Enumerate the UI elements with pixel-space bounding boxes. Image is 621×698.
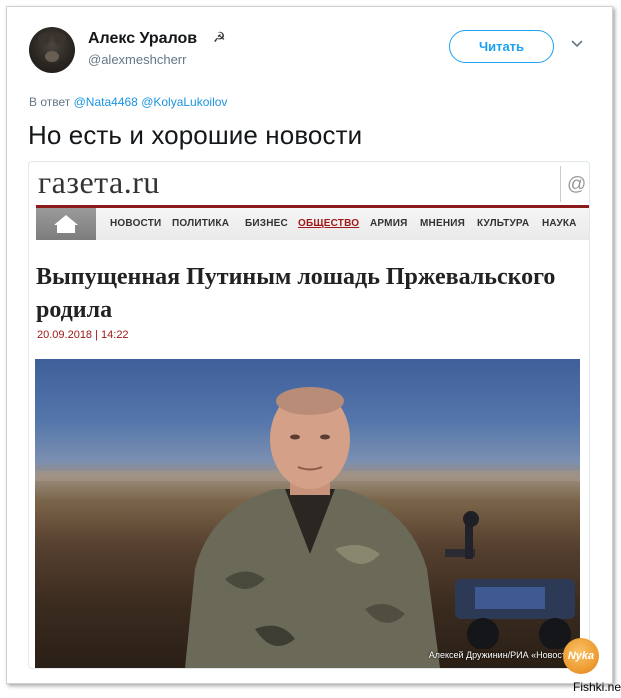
site-header: газета.ru @ — [29, 162, 589, 206]
home-button — [36, 208, 96, 240]
nav-item: НОВОСТИ — [110, 218, 162, 229]
article-dateline: 20.09.2018 | 14:22 — [37, 329, 129, 341]
avatar-ear — [38, 33, 50, 45]
follow-button[interactable]: Читать — [449, 30, 554, 63]
hammer-sickle-icon: ☭ — [213, 29, 226, 45]
embedded-image-card[interactable]: газета.ru @ НОВОСТИ ПОЛИТИКА БИЗНЕС ОБЩЕ… — [28, 161, 590, 669]
nav-item-active: ОБЩЕСТВО — [298, 218, 360, 229]
mention-link[interactable]: @Nata4468 — [74, 95, 138, 109]
reply-prefix: В ответ — [29, 95, 71, 109]
header-divider — [560, 166, 561, 202]
atv-silhouette — [445, 511, 575, 649]
avatar-snout — [45, 51, 59, 62]
site-nav: НОВОСТИ ПОЛИТИКА БИЗНЕС ОБЩЕСТВО АРМИЯ М… — [36, 205, 589, 240]
nav-item: КУЛЬТУРА — [477, 218, 530, 229]
avatar[interactable] — [29, 27, 75, 73]
nav-item: БИЗНЕС — [245, 218, 288, 229]
fishki-watermark: Fishki.net — [573, 680, 621, 694]
article-photo: Алексей Дружинин/РИА «Новости» — [35, 359, 580, 668]
person-figure — [185, 387, 440, 668]
author-name[interactable]: Алекс Уралов — [88, 30, 197, 48]
avatar-ear — [54, 33, 66, 45]
nyka-badge: Nyka — [563, 638, 599, 674]
home-icon — [54, 215, 78, 233]
photo-credit: Алексей Дружинин/РИА «Новости» — [428, 650, 576, 660]
reply-context: В ответ @Nata4468 @KolyaLukoilov — [29, 95, 227, 109]
mention-link[interactable]: @KolyaLukoilov — [141, 95, 227, 109]
chevron-down-icon[interactable] — [571, 38, 583, 50]
nav-item: НАУКА — [542, 218, 577, 229]
article-headline: Выпущенная Путиным лошадь Пржевальского … — [36, 264, 556, 323]
nav-item: МНЕНИЯ — [420, 218, 466, 229]
at-sign-icon: @ — [567, 174, 587, 195]
tweet-text: Но есть и хорошие новости — [28, 120, 363, 150]
nav-item: ПОЛИТИКА — [172, 218, 230, 229]
site-logo: газета.ru — [38, 164, 160, 200]
nav-item: АРМИЯ — [370, 218, 408, 229]
author-handle[interactable]: @alexmeshcherr — [88, 52, 186, 67]
